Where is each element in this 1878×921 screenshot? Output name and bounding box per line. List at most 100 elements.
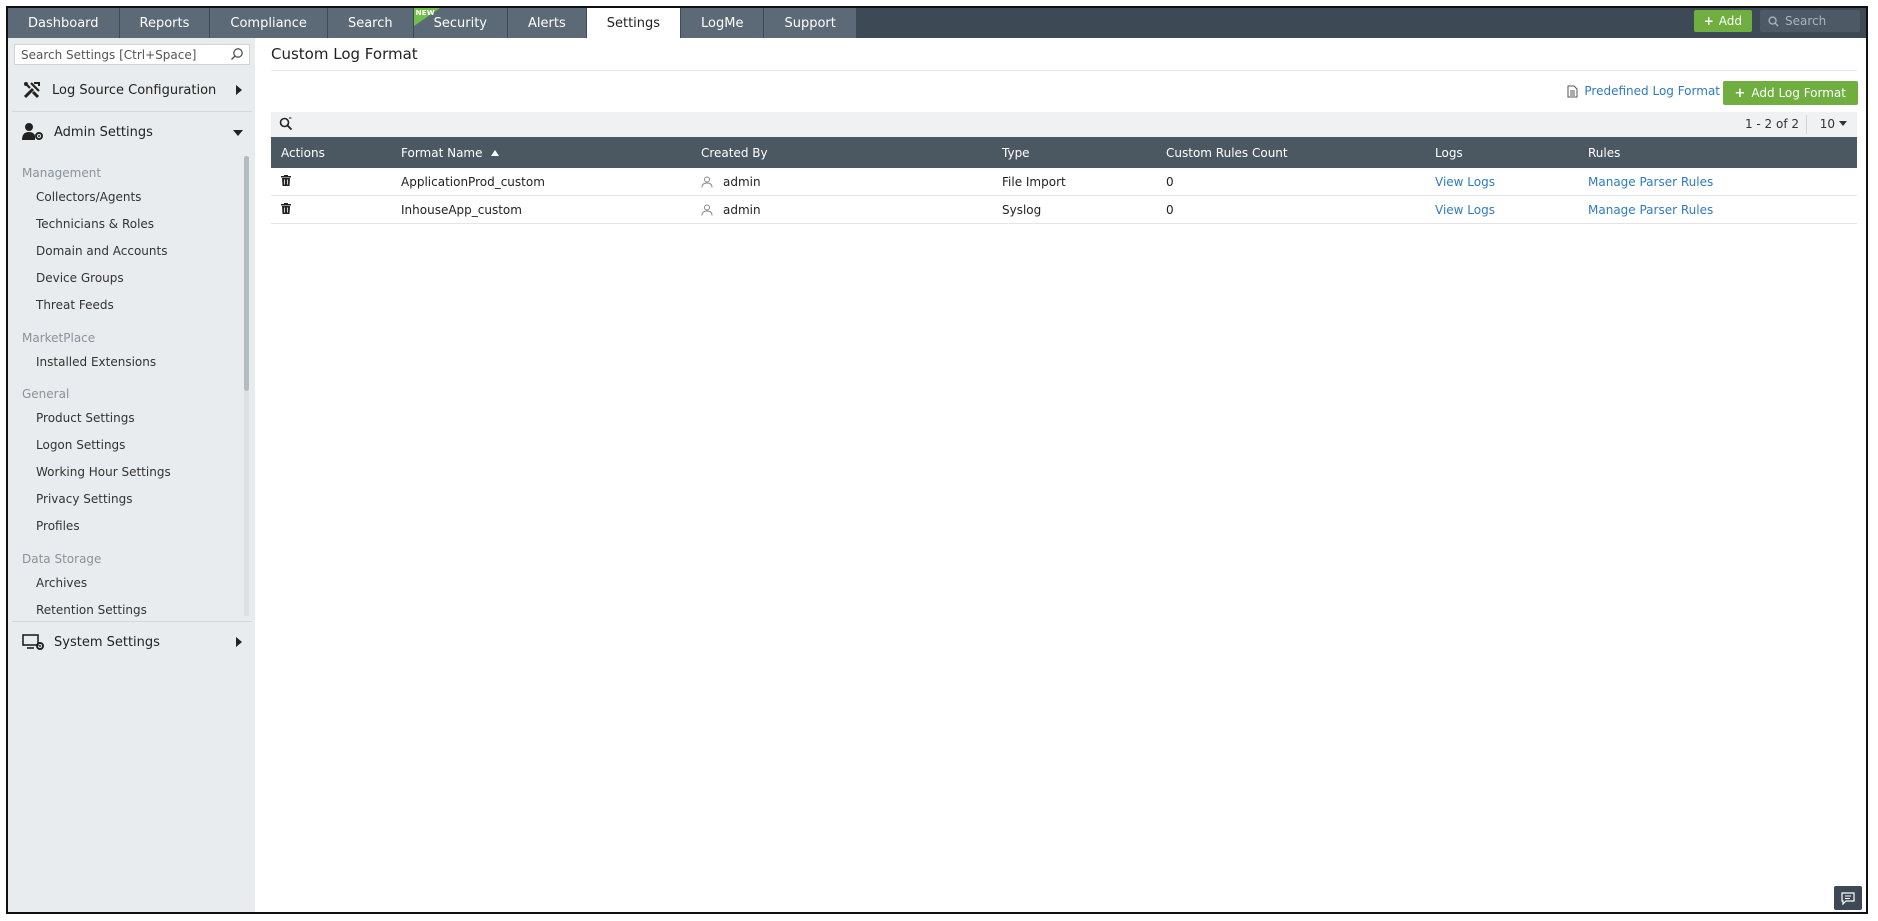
created-by-label: admin bbox=[723, 202, 761, 217]
column-label: Format Name bbox=[401, 145, 483, 160]
column-header-type: Type bbox=[1002, 145, 1030, 160]
app-window: Dashboard Reports Compliance Search NEW … bbox=[6, 6, 1868, 914]
monitor-settings-icon bbox=[22, 634, 44, 650]
search-icon bbox=[1768, 15, 1779, 27]
pager-separator bbox=[1806, 115, 1807, 134]
nav-tabs: Dashboard Reports Compliance Search NEW … bbox=[8, 8, 857, 38]
global-search-input[interactable]: Search bbox=[1760, 10, 1860, 32]
type-cell: Syslog bbox=[1002, 202, 1042, 217]
sidebar-item-installed-extensions[interactable]: Installed Extensions bbox=[36, 355, 156, 369]
group-label-data-storage: Data Storage bbox=[22, 552, 102, 566]
tab-label: LogMe bbox=[701, 15, 744, 31]
chat-icon bbox=[1841, 891, 1855, 905]
search-placeholder: Search bbox=[1785, 14, 1827, 28]
page-title: Custom Log Format bbox=[271, 45, 418, 63]
column-header-actions: Actions bbox=[281, 145, 325, 160]
sidebar-item-domain-accounts[interactable]: Domain and Accounts bbox=[36, 244, 167, 258]
sort-ascending-icon bbox=[490, 149, 499, 156]
plus-icon: + bbox=[1734, 85, 1746, 101]
manage-parser-rules-link[interactable]: Manage Parser Rules bbox=[1580, 175, 1857, 189]
add-label: Add bbox=[1718, 14, 1742, 28]
document-icon bbox=[1567, 85, 1578, 97]
search-icon[interactable] bbox=[230, 47, 244, 61]
tab-label: Dashboard bbox=[28, 15, 99, 31]
section-admin-settings[interactable]: Admin Settings bbox=[8, 112, 255, 152]
format-name-cell: InhouseApp_custom bbox=[401, 202, 522, 217]
tab-security[interactable]: NEW Security bbox=[413, 8, 508, 38]
tools-icon bbox=[23, 82, 40, 99]
created-by-cell: admin bbox=[693, 175, 994, 189]
sidebar-item-profiles[interactable]: Profiles bbox=[36, 519, 80, 533]
top-nav: Dashboard Reports Compliance Search NEW … bbox=[8, 8, 1866, 38]
manage-parser-rules-link[interactable]: Manage Parser Rules bbox=[1580, 203, 1857, 217]
section-log-source-configuration[interactable]: Log Source Configuration bbox=[8, 70, 255, 110]
sidebar-item-retention-settings[interactable]: Retention Settings bbox=[36, 603, 147, 617]
created-by-label: admin bbox=[723, 174, 761, 189]
trash-icon[interactable] bbox=[281, 174, 291, 186]
column-header-custom-rules-count: Custom Rules Count bbox=[1166, 145, 1288, 160]
sidebar-item-collectors-agents[interactable]: Collectors/Agents bbox=[36, 190, 141, 204]
global-add-button[interactable]: + Add bbox=[1693, 10, 1752, 32]
column-header-created-by: Created By bbox=[701, 145, 768, 160]
button-label: Add Log Format bbox=[1751, 86, 1846, 100]
user-icon bbox=[701, 176, 713, 188]
add-log-format-button[interactable]: + Add Log Format bbox=[1722, 81, 1858, 105]
column-header-rules: Rules bbox=[1588, 145, 1621, 160]
group-label-marketplace: MarketPlace bbox=[22, 331, 96, 345]
tab-compliance[interactable]: Compliance bbox=[210, 8, 328, 38]
group-label-general: General bbox=[22, 387, 70, 401]
table-search-icon[interactable] bbox=[279, 117, 293, 131]
view-logs-link[interactable]: View Logs bbox=[1427, 175, 1580, 189]
sidebar-item-privacy-settings[interactable]: Privacy Settings bbox=[36, 492, 132, 506]
tab-support[interactable]: Support bbox=[764, 8, 857, 38]
search-placeholder: Search Settings [Ctrl+Space] bbox=[21, 47, 197, 62]
sidebar-item-working-hour-settings[interactable]: Working Hour Settings bbox=[36, 465, 171, 479]
format-name-cell: ApplicationProd_custom bbox=[401, 174, 545, 189]
sidebar-item-archives[interactable]: Archives bbox=[36, 576, 87, 590]
new-badge-label: NEW bbox=[415, 9, 435, 17]
section-system-settings[interactable]: System Settings bbox=[8, 622, 255, 662]
sidebar-item-technicians-roles[interactable]: Technicians & Roles bbox=[36, 217, 154, 231]
table-row: InhouseApp_custom admin Syslog 0 View Lo… bbox=[271, 196, 1857, 224]
main-content: Custom Log Format Predefined Log Format … bbox=[255, 38, 1866, 912]
tab-logme[interactable]: LogMe bbox=[681, 8, 765, 38]
tab-label: Search bbox=[347, 15, 393, 31]
predefined-log-format-link[interactable]: Predefined Log Format bbox=[1567, 84, 1720, 98]
view-logs-link[interactable]: View Logs bbox=[1427, 203, 1580, 217]
pagination-info: 1 - 2 of 2 bbox=[1744, 117, 1799, 131]
tab-search[interactable]: Search bbox=[327, 8, 414, 38]
sidebar-scrollbar-thumb[interactable] bbox=[244, 156, 249, 391]
chat-button[interactable] bbox=[1834, 886, 1862, 910]
sidebar-item-device-groups[interactable]: Device Groups bbox=[36, 271, 124, 285]
tab-label: Alerts bbox=[528, 15, 566, 31]
actions-cell bbox=[271, 202, 393, 217]
column-header-format-name[interactable]: Format Name bbox=[393, 146, 693, 160]
title-divider bbox=[271, 70, 1857, 71]
caret-down-icon bbox=[233, 130, 243, 136]
tab-label: Support bbox=[784, 15, 836, 31]
admin-user-icon bbox=[22, 123, 43, 140]
tab-settings[interactable]: Settings bbox=[586, 8, 682, 38]
actions-cell bbox=[271, 174, 393, 189]
tab-reports[interactable]: Reports bbox=[119, 8, 211, 38]
per-page-value: 10 bbox=[1819, 117, 1835, 131]
sidebar-item-logon-settings[interactable]: Logon Settings bbox=[36, 438, 125, 452]
tab-dashboard[interactable]: Dashboard bbox=[8, 8, 120, 38]
tab-label: Settings bbox=[606, 15, 661, 31]
per-page-select[interactable]: 10 bbox=[1820, 117, 1847, 131]
custom-log-format-table: Actions Format Name Created By Type Cust… bbox=[271, 137, 1857, 224]
settings-search-input[interactable]: Search Settings [Ctrl+Space] bbox=[14, 44, 250, 65]
tab-alerts[interactable]: Alerts bbox=[508, 8, 587, 38]
table-toolbar: 1 - 2 of 2 10 bbox=[271, 112, 1857, 137]
caret-down-icon bbox=[1839, 121, 1847, 126]
sidebar-item-threat-feeds[interactable]: Threat Feeds bbox=[36, 298, 114, 312]
custom-rules-count-cell: 0 bbox=[1166, 202, 1174, 217]
sidebar-item-product-settings[interactable]: Product Settings bbox=[36, 411, 135, 425]
section-label: Log Source Configuration bbox=[52, 82, 217, 98]
caret-right-icon bbox=[236, 637, 242, 647]
column-header-logs: Logs bbox=[1435, 145, 1463, 160]
plus-icon: + bbox=[1703, 14, 1714, 28]
trash-icon[interactable] bbox=[281, 202, 291, 214]
user-icon bbox=[701, 204, 713, 216]
section-label: System Settings bbox=[54, 634, 160, 650]
